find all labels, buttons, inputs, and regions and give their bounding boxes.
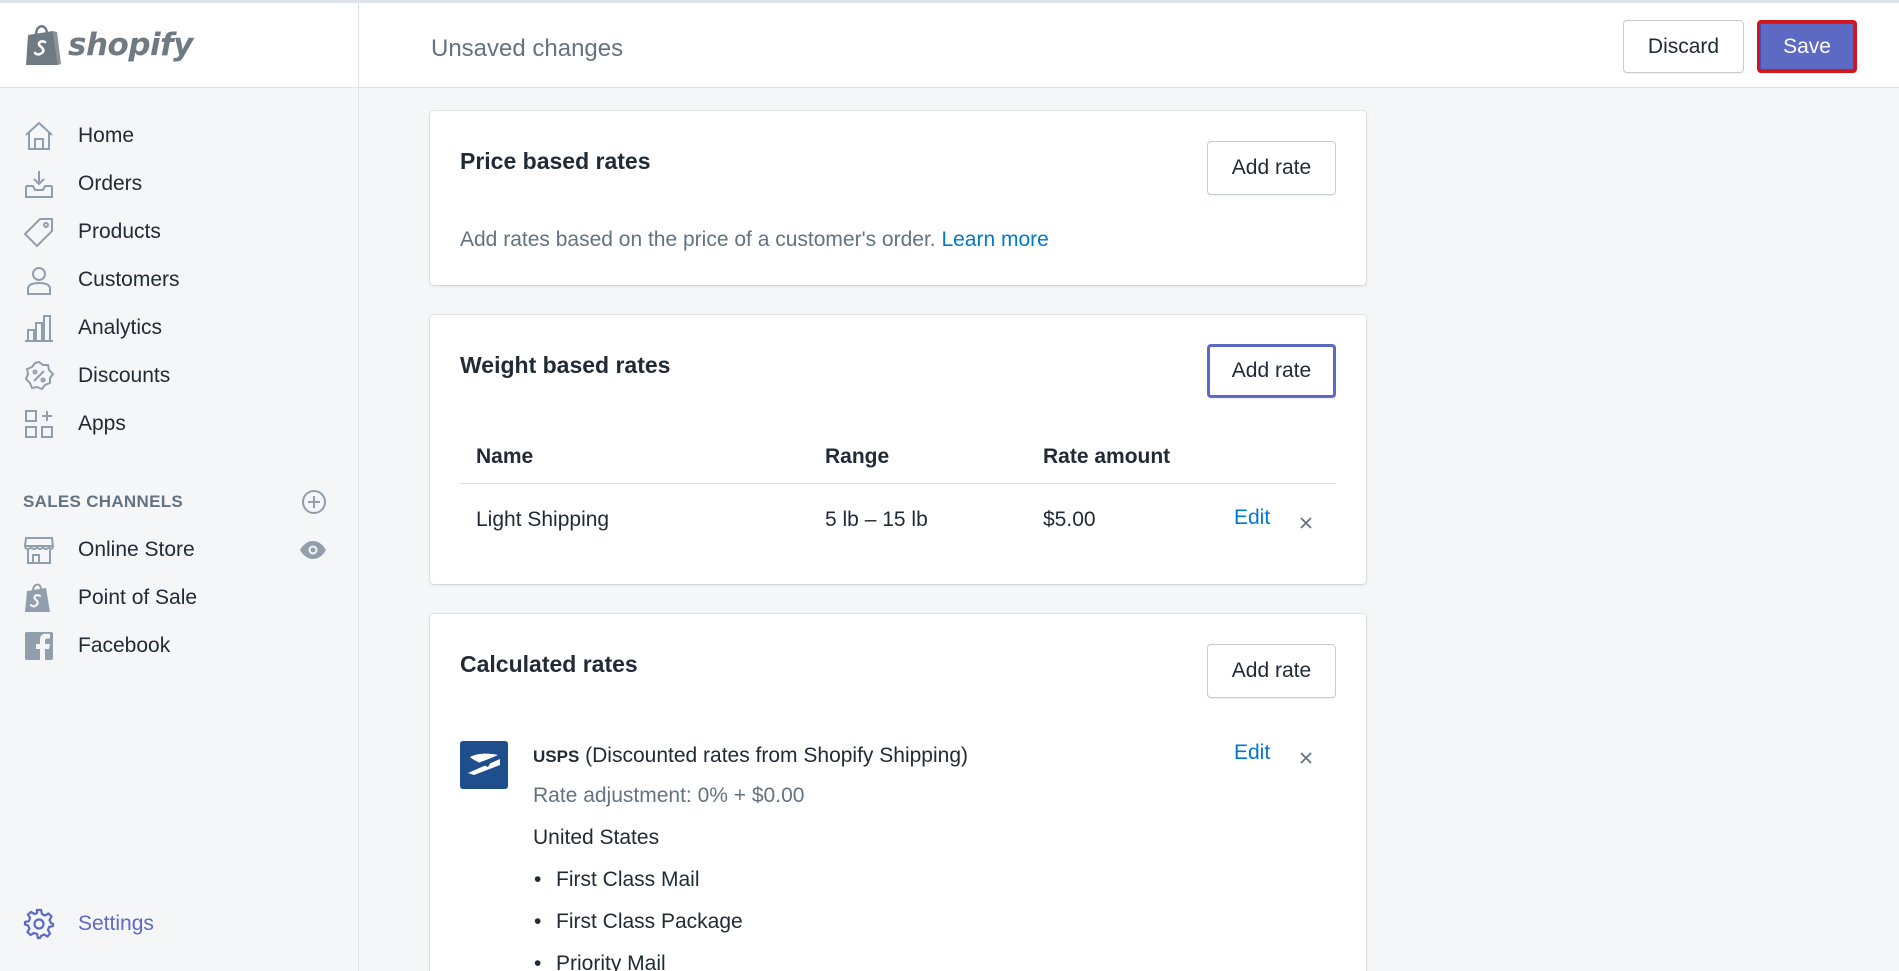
learn-more-link[interactable]: Learn more: [941, 228, 1048, 251]
home-icon: [22, 119, 56, 153]
add-rate-button[interactable]: Add rate: [1207, 644, 1336, 698]
close-icon[interactable]: [1296, 513, 1316, 533]
sidebar-item-point-of-sale[interactable]: Point of Sale: [22, 578, 342, 618]
card-title: Weight based rates: [460, 352, 671, 378]
sidebar-item-label: Products: [78, 220, 161, 243]
card-description: Add rates based on the price of a custom…: [460, 228, 1049, 252]
card-title: Calculated rates: [460, 651, 638, 677]
shopify-logo[interactable]: shopify: [0, 3, 359, 87]
unsaved-changes-label: Unsaved changes: [431, 35, 624, 62]
rate-name: Light Shipping: [476, 508, 610, 531]
sidebar-item-label: Settings: [78, 912, 154, 935]
card-title: Price based rates: [460, 148, 651, 174]
eye-icon[interactable]: [298, 535, 328, 565]
sidebar: Home Orders Products Customers Analytics…: [0, 88, 359, 971]
facebook-icon: [22, 629, 56, 663]
sidebar-item-customers[interactable]: Customers: [22, 260, 342, 300]
gear-icon: [22, 907, 56, 941]
close-icon[interactable]: [1296, 748, 1316, 768]
discount-icon: [22, 359, 56, 393]
sidebar-item-label: Apps: [78, 412, 126, 435]
shopify-bag-icon: [22, 581, 56, 615]
person-icon: [22, 263, 56, 297]
orders-icon: [22, 167, 56, 201]
sidebar-item-label: Discounts: [78, 364, 171, 387]
sidebar-item-facebook[interactable]: Facebook: [22, 626, 342, 666]
sidebar-item-products[interactable]: Products: [22, 212, 342, 252]
add-circle-icon[interactable]: [300, 488, 328, 516]
sidebar-item-label: Analytics: [78, 316, 163, 339]
sidebar-item-label: Point of Sale: [78, 586, 198, 609]
price-based-rates-card: Price based rates Add rate Add rates bas…: [430, 111, 1366, 285]
sidebar-item-label: Online Store: [78, 538, 195, 561]
rate-range: 5 lb – 15 lb: [825, 508, 928, 531]
service-item: First Class Mail: [534, 868, 699, 892]
column-header-range: Range: [825, 445, 890, 468]
carrier-name: USPS: [533, 747, 580, 766]
discard-button[interactable]: Discard: [1623, 20, 1744, 73]
usps-eagle-icon: [460, 741, 508, 789]
service-item: Priority Mail: [534, 952, 666, 971]
sidebar-item-label: Home: [78, 124, 135, 147]
sales-channels-heading: SALES CHANNELS: [23, 492, 184, 511]
top-bar: shopify Unsaved changes Discard Save: [0, 0, 1899, 88]
store-icon: [22, 533, 56, 567]
sidebar-item-discounts[interactable]: Discounts: [22, 356, 342, 396]
sidebar-item-apps[interactable]: Apps: [22, 404, 342, 444]
carrier-line: USPS (Discounted rates from Shopify Ship…: [533, 744, 968, 768]
country-name: United States: [533, 826, 660, 849]
service-item: First Class Package: [534, 910, 743, 934]
bar-chart-icon: [22, 311, 56, 345]
sidebar-item-analytics[interactable]: Analytics: [22, 308, 342, 348]
shopify-bag-icon: [26, 25, 61, 65]
column-header-name: Name: [476, 445, 534, 468]
description-text: Add rates based on the price of a custom…: [460, 228, 936, 251]
column-header-rate-amount: Rate amount: [1043, 445, 1171, 468]
sidebar-item-label: Orders: [78, 172, 143, 195]
sidebar-item-label: Customers: [78, 268, 180, 291]
carrier-note: (Discounted rates from Shopify Shipping): [585, 744, 968, 767]
sidebar-item-settings[interactable]: Settings: [22, 904, 342, 944]
rate-amount: $5.00: [1043, 508, 1096, 531]
calculated-rates-card: Calculated rates Add rate USPS (Discount…: [430, 614, 1366, 971]
add-rate-button[interactable]: Add rate: [1207, 344, 1336, 398]
rate-adjustment: Rate adjustment: 0% + $0.00: [533, 784, 805, 807]
shopify-wordmark: shopify: [68, 27, 193, 63]
sidebar-item-online-store[interactable]: Online Store: [22, 530, 342, 570]
sidebar-item-orders[interactable]: Orders: [22, 164, 342, 204]
save-button[interactable]: Save: [1757, 20, 1857, 73]
edit-carrier-link[interactable]: Edit: [1234, 741, 1270, 765]
sidebar-item-home[interactable]: Home: [22, 116, 342, 156]
edit-rate-link[interactable]: Edit: [1234, 506, 1270, 530]
add-rate-button[interactable]: Add rate: [1207, 141, 1336, 195]
tag-icon: [22, 215, 56, 249]
table-divider: [460, 483, 1336, 484]
sidebar-item-label: Facebook: [78, 634, 171, 657]
apps-icon: [22, 407, 56, 441]
weight-based-rates-card: Weight based rates Add rate Name Range R…: [430, 315, 1366, 584]
